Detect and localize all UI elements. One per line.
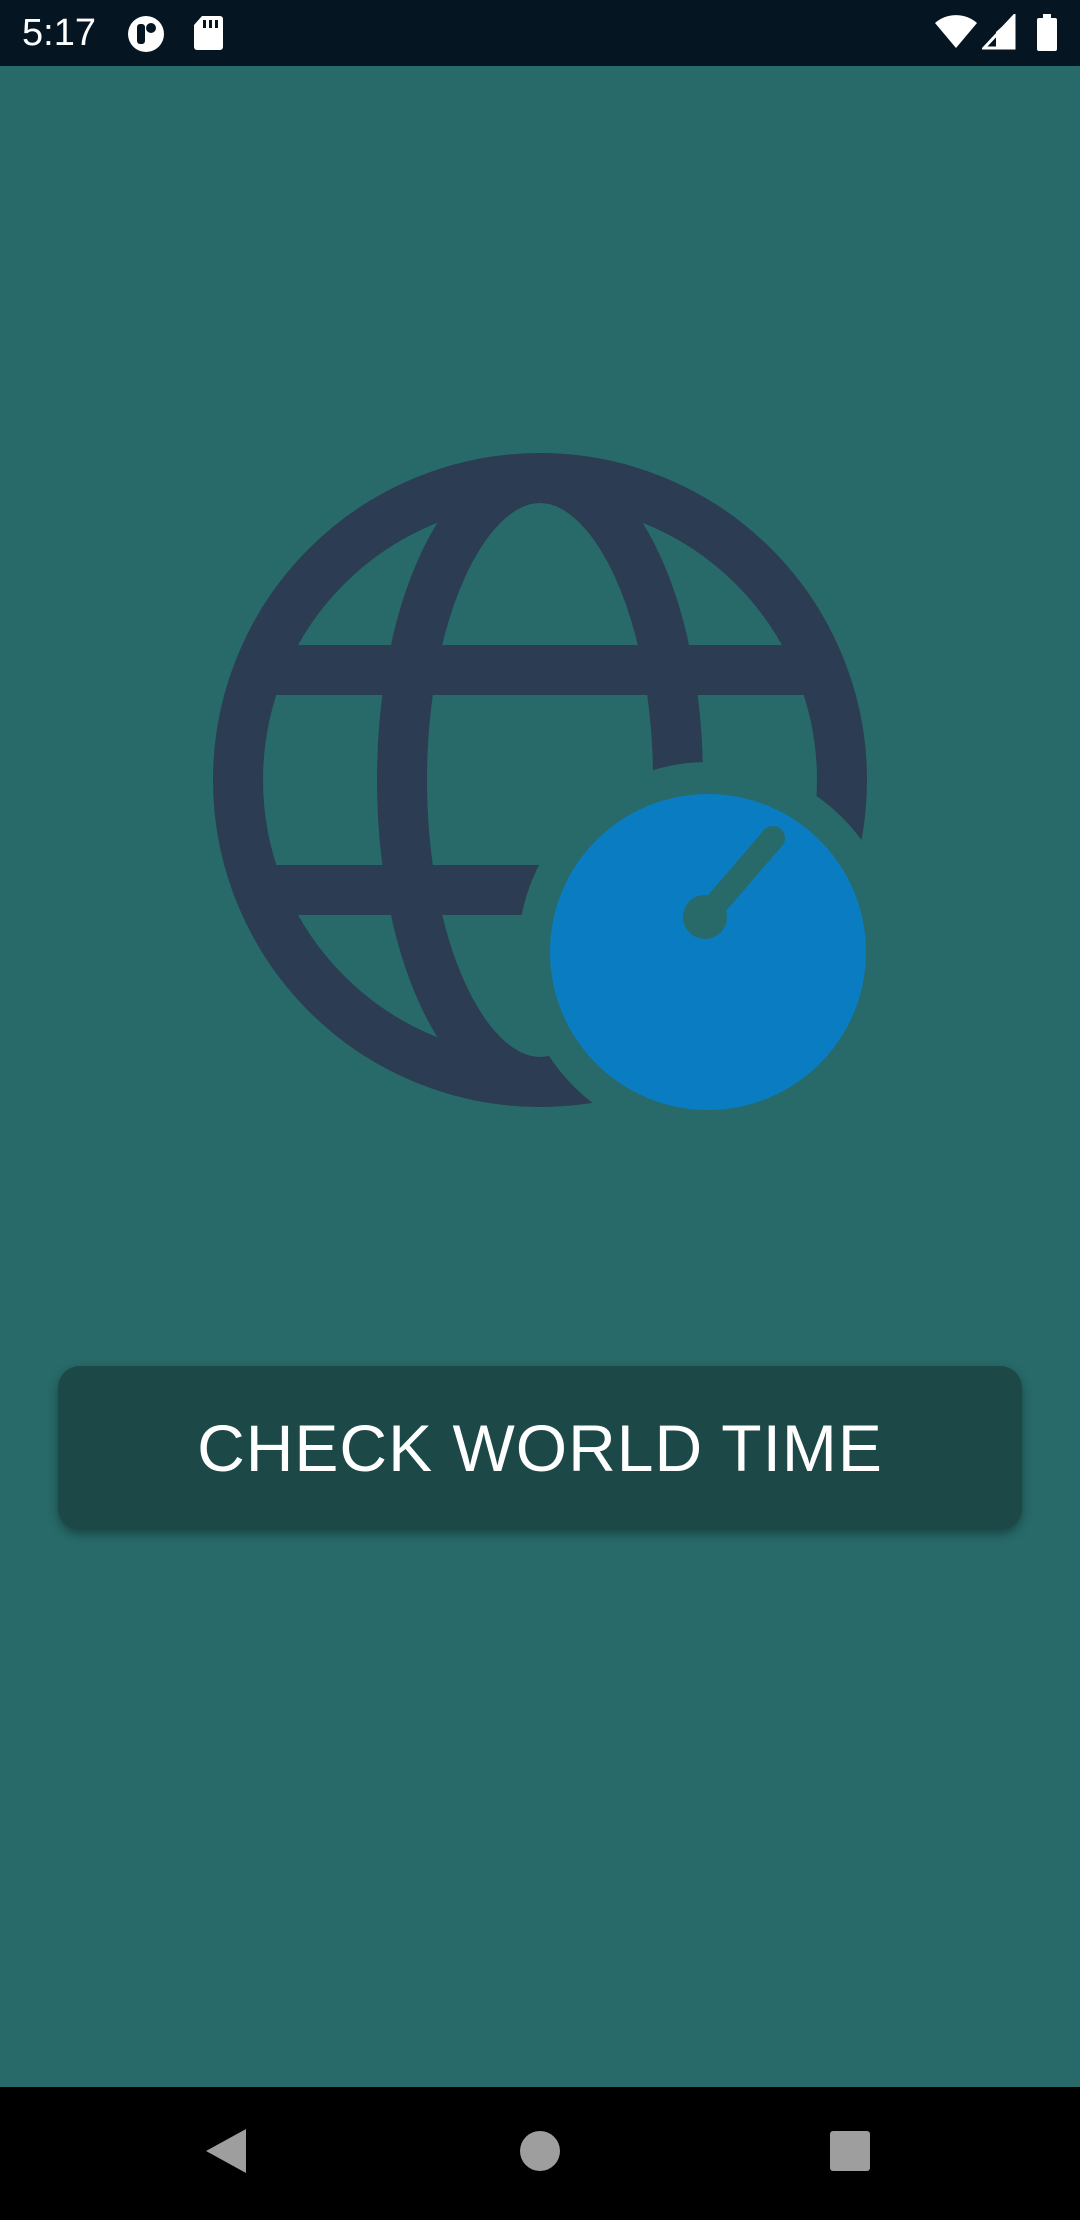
back-button[interactable] — [166, 2087, 286, 2220]
battery-icon — [1036, 14, 1058, 57]
recents-icon — [829, 2130, 871, 2177]
main-content — [0, 66, 1080, 2087]
cell-signal-icon — [980, 12, 1016, 55]
home-icon — [519, 2130, 561, 2177]
navigation-bar — [0, 2087, 1080, 2220]
recents-button[interactable] — [790, 2087, 910, 2220]
sd-card-icon — [192, 14, 224, 57]
status-time: 5:17 — [22, 12, 96, 54]
wifi-icon — [934, 14, 978, 55]
back-icon — [204, 2127, 248, 2180]
app-notification-icon — [126, 14, 166, 59]
app-screen: 5:17 CHECK WORLD TIME — [0, 0, 1080, 2220]
home-button[interactable] — [480, 2087, 600, 2220]
check-world-time-button[interactable]: CHECK WORLD TIME — [58, 1366, 1022, 1530]
globe-stopwatch-icon — [205, 452, 875, 1127]
status-bar: 5:17 — [0, 0, 1080, 66]
